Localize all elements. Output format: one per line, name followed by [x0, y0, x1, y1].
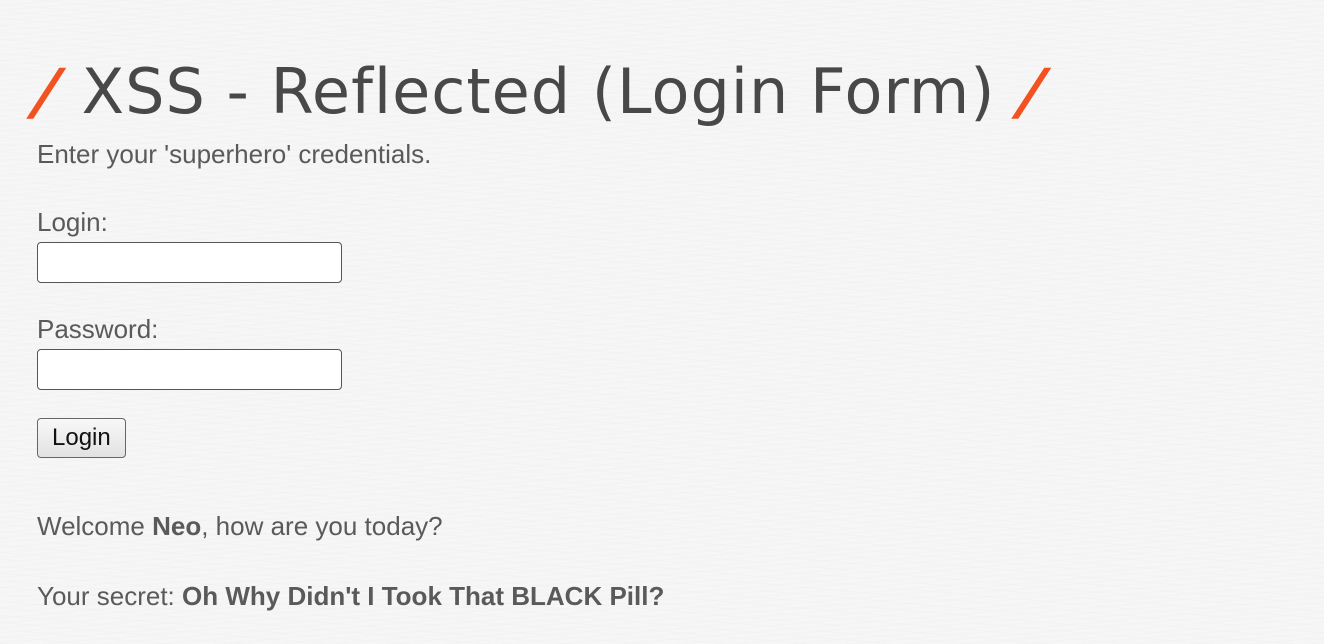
welcome-message: Welcome Neo, how are you today?	[37, 508, 664, 544]
login-button[interactable]: Login	[37, 418, 126, 458]
title-slash-left: /	[30, 55, 65, 129]
user-name: Neo	[152, 511, 202, 541]
login-form: Login: Password: Login	[37, 204, 664, 458]
password-input[interactable]	[37, 349, 342, 390]
welcome-prefix: Welcome	[37, 511, 153, 541]
page-title-text: XSS - Reflected (Login Form)	[81, 55, 996, 129]
welcome-suffix: , how are you today?	[201, 511, 443, 541]
login-input[interactable]	[37, 242, 342, 283]
password-label: Password:	[37, 314, 159, 344]
secret-message: Your secret: Oh Why Didn't I Took That B…	[37, 578, 664, 614]
title-slash-right: /	[1016, 55, 1051, 129]
intro-text: Enter your 'superhero' credentials.	[37, 139, 432, 169]
secret-label: Your secret:	[37, 581, 183, 611]
main-content: Enter your 'superhero' credentials. Logi…	[37, 136, 664, 614]
page-title: / XSS - Reflected (Login Form) /	[31, 42, 1050, 142]
secret-value: Oh Why Didn't I Took That BLACK Pill?	[182, 581, 665, 611]
login-label: Login:	[37, 207, 108, 237]
